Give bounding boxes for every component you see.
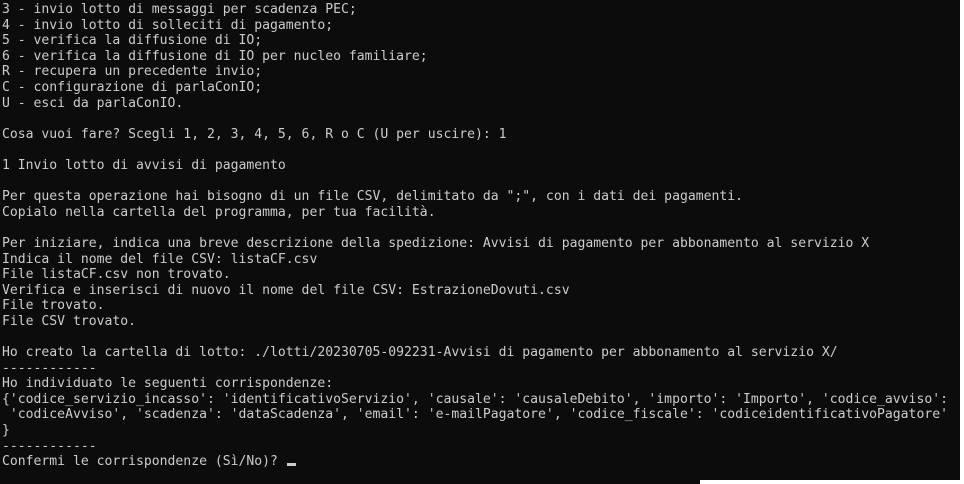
terminal-line: R - recupera un precedente invio; [2, 64, 263, 80]
prompt-line[interactable]: Confermi le corrispondenze (Sì/No)? [2, 454, 960, 470]
scrollbar-track[interactable] [960, 0, 964, 484]
terminal-line: 6 - verifica la diffusione di IO per nuc… [2, 48, 428, 64]
terminal-line: Per questa operazione hai bisogno di un … [2, 189, 744, 205]
terminal-line: U - esci da parlaConIO. [2, 95, 184, 111]
terminal-line: C - configurazione di parlaConIO; [2, 79, 263, 95]
terminal-line: File trovato. [2, 298, 105, 314]
terminal-line: File listaCF.csv non trovato. [2, 267, 231, 283]
terminal-line: Ho individuato le seguenti corrispondenz… [2, 376, 334, 392]
terminal-line: 1 Invio lotto di avvisi di pagamento [2, 157, 286, 173]
terminal-line: ------------ [2, 360, 97, 376]
terminal-line: Copialo nella cartella del programma, pe… [2, 204, 436, 220]
terminal-line: {'codice_servizio_incasso': 'identificat… [2, 391, 948, 407]
terminal-line: Verifica e inserisci di nuovo il nome de… [2, 282, 570, 298]
terminal-line: ------------ [2, 438, 97, 454]
terminal-line: Per iniziare, indica una breve descrizio… [2, 235, 870, 251]
terminal-line: } [2, 423, 10, 439]
terminal-line: Indica il nome del file CSV: listaCF.csv [2, 251, 318, 267]
terminal-line: Ho creato la cartella di lotto: ./lotti/… [2, 345, 838, 361]
window-edge [700, 480, 964, 484]
prompt-text: Confermi le corrispondenze (Sì/No)? [2, 454, 286, 470]
terminal-line: 5 - verifica la diffusione di IO; [2, 33, 263, 49]
terminal-line: 'codiceAvviso', 'scadenza': 'dataScadenz… [2, 407, 948, 423]
text-cursor [286, 463, 296, 467]
terminal-line: 4 - invio lotto di solleciti di pagament… [2, 17, 334, 33]
terminal-line: Cosa vuoi fare? Scegli 1, 2, 3, 4, 5, 6,… [2, 126, 507, 142]
terminal-output[interactable]: 3 - invio lotto di messaggi per scadenza… [0, 0, 960, 484]
console-window: 3 - invio lotto di messaggi per scadenza… [0, 0, 964, 484]
terminal-line: 3 - invio lotto di messaggi per scadenza… [2, 2, 357, 17]
terminal-line: File CSV trovato. [2, 313, 137, 329]
